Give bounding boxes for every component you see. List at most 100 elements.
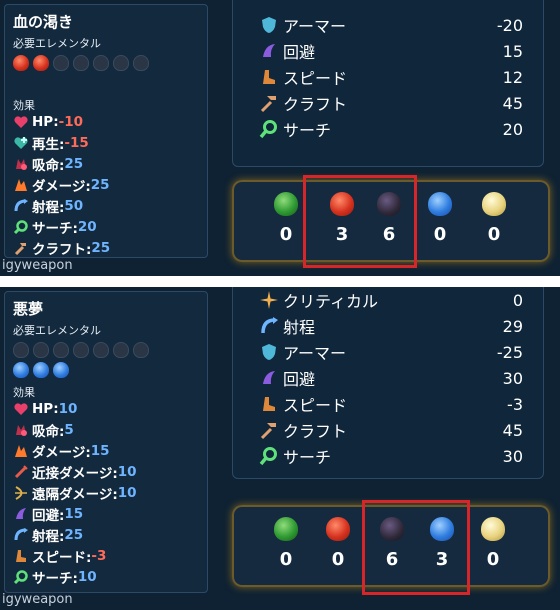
search-icon	[13, 219, 28, 234]
empty-element-slot-icon	[53, 55, 69, 71]
empty-element-slot-icon	[73, 342, 89, 358]
fire-element-icon	[326, 517, 350, 541]
ranged-icon	[15, 485, 27, 500]
craft-icon	[14, 242, 26, 255]
effect-speed: スピード: -3	[13, 545, 137, 566]
melee-icon	[14, 464, 28, 478]
water-element-icon	[53, 362, 69, 378]
effect-range: 射程: 50	[13, 195, 110, 216]
empty-element-slot-icon	[133, 55, 149, 71]
effect-regen: 再生: -15	[13, 132, 110, 153]
element-slot-earth: 0	[266, 192, 306, 245]
fire-element-icon	[33, 55, 49, 71]
stat-row-speed: スピード -3	[259, 392, 523, 416]
element-slot-fire: 0	[318, 517, 358, 570]
stat-row-dodge: 回避 15	[259, 39, 523, 63]
stat-row-search: サーチ 30	[259, 444, 523, 468]
stat-row-armor: アーマー -25	[259, 340, 523, 364]
lifesteal-icon	[16, 424, 27, 436]
effect-lifesteal: 吸命: 5	[13, 419, 137, 440]
damage-icon	[15, 444, 27, 457]
effects-list: HP: 10 吸命: 5 ダメージ: 15 近接ダメージ: 10 遠隔ダメージ: 10 回…	[13, 398, 137, 587]
light-element-icon	[482, 192, 506, 216]
effect-hp: HP: 10	[13, 398, 137, 419]
effect-ranged-damage: 遠隔ダメージ: 10	[13, 482, 137, 503]
empty-element-slot-icon	[113, 342, 129, 358]
empty-element-slot-icon	[93, 342, 109, 358]
stat-row-dodge: 回避 30	[259, 366, 523, 390]
element-slot-light: 0	[473, 517, 513, 570]
effect-damage: ダメージ: 15	[13, 440, 137, 461]
speed-icon	[263, 70, 275, 84]
effect-lifesteal: 吸命: 25	[13, 153, 110, 174]
effect-range: 射程: 25	[13, 524, 137, 545]
required-elemental-row-2	[13, 362, 69, 378]
empty-element-slot-icon	[53, 342, 69, 358]
element-slot-light: 0	[474, 192, 514, 245]
craft-icon	[260, 96, 276, 113]
earth-element-icon	[274, 517, 298, 541]
armor-icon	[262, 17, 276, 33]
water-element-icon	[428, 192, 452, 216]
dodge-icon	[16, 507, 26, 519]
range-icon	[14, 198, 28, 211]
required-elemental-label: 必要エレメンタル	[13, 324, 101, 337]
critical-icon	[260, 291, 278, 309]
stats-card: アーマー -20 回避 15 スピード 12 クラフト 45 サーチ 20	[232, 0, 544, 167]
item-tooltip-card: 悪夢 必要エレメンタル 効果 HP: 10 吸命: 5 ダメージ: 15 近接ダ…	[4, 291, 208, 593]
damage-icon	[15, 178, 27, 191]
empty-element-slot-icon	[73, 55, 89, 71]
dodge-icon	[263, 371, 275, 384]
required-elemental-row	[13, 55, 149, 71]
element-slot-earth: 0	[266, 517, 306, 570]
effect-search: サーチ: 20	[13, 216, 110, 237]
empty-element-slot-icon	[33, 342, 49, 358]
highlight-box	[362, 500, 470, 595]
empty-element-slot-icon	[133, 342, 149, 358]
armor-icon	[262, 344, 276, 360]
stat-row-range: 射程 29	[259, 314, 523, 338]
background-text: igyweapon	[2, 592, 73, 607]
effect-dodge: 回避: 15	[13, 503, 137, 524]
stat-row-craft: クラフト 45	[259, 91, 523, 115]
search-icon	[13, 569, 28, 584]
craft-icon	[260, 423, 276, 440]
required-elemental-row	[13, 342, 149, 358]
empty-element-slot-icon	[93, 55, 109, 71]
regen-heart-icon	[14, 136, 28, 149]
element-slot-water: 0	[420, 192, 460, 245]
speed-icon	[263, 397, 275, 411]
heart-icon	[14, 115, 28, 128]
speed-icon	[16, 549, 26, 562]
stat-row-armor: アーマー -20	[259, 13, 523, 37]
range-icon	[261, 317, 278, 334]
water-element-icon	[33, 362, 49, 378]
stat-row-search: サーチ 20	[259, 117, 523, 141]
effect-craft: クラフト: 25	[13, 237, 110, 258]
highlight-box	[303, 175, 417, 268]
effect-search: サーチ: 10	[13, 566, 137, 587]
lifesteal-icon	[16, 158, 27, 170]
effect-melee-damage: 近接ダメージ: 10	[13, 461, 137, 482]
heart-icon	[14, 402, 28, 415]
item-panel-2: 悪夢 必要エレメンタル 効果 HP: 10 吸命: 5 ダメージ: 15 近接ダ…	[0, 287, 560, 610]
fire-element-icon	[13, 55, 29, 71]
stat-row-craft: クラフト 45	[259, 418, 523, 442]
background-text: igyweapon	[2, 258, 73, 273]
search-icon	[259, 120, 277, 139]
water-element-icon	[13, 362, 29, 378]
range-icon	[14, 527, 28, 540]
item-tooltip-card: 血の渇き 必要エレメンタル 効果 HP:-10 再生:-15 吸命:25	[4, 4, 208, 258]
effect-damage: ダメージ: 25	[13, 174, 110, 195]
item-panel-1: 血の渇き 必要エレメンタル 効果 HP:-10 再生:-15 吸命:25	[0, 0, 560, 276]
dodge-icon	[263, 44, 275, 57]
item-name: 血の渇き	[13, 13, 74, 31]
image-divider	[0, 276, 560, 287]
stats-card: クリティカル 0 射程 29 アーマー -25 回避 30 スピード -3 クラフト 45 …	[232, 287, 544, 479]
search-icon	[259, 447, 277, 466]
empty-element-slot-icon	[113, 55, 129, 71]
stat-row-speed: スピード 12	[259, 65, 523, 89]
required-elemental-label: 必要エレメンタル	[13, 37, 101, 50]
light-element-icon	[481, 517, 505, 541]
stat-row-critical: クリティカル 0	[259, 288, 523, 312]
